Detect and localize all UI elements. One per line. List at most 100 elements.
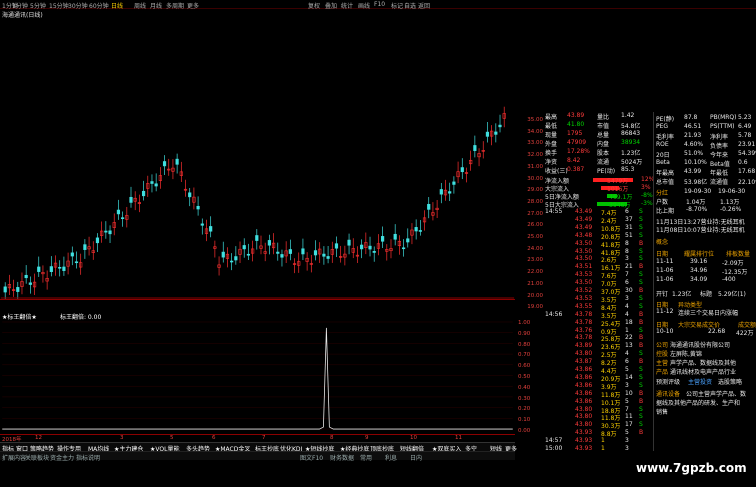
tick-direction: B [639,318,644,326]
toolbar-item[interactable]: 复权 [308,1,320,10]
holder-value: 1.04万 [686,199,706,206]
toolbar-item[interactable]: 返回 [418,1,430,10]
tick-row[interactable]: 43.53 7.6万 7 S [545,271,653,280]
toolbar-item[interactable]: 更多 [187,1,199,10]
holder-value: 1.13万 [720,199,740,206]
block-trade-row: 10-10 22.68 422万 [656,328,756,337]
toolbar-item[interactable]: 30分钟 [68,1,88,10]
tick-price: 43.52 [575,287,593,294]
tick-direction: S [639,421,643,429]
tick-row[interactable]: 43.51 16.1万 21 B [545,263,653,272]
tick-row[interactable]: 43.86 10.1万 5 B [545,398,653,407]
quote-row: 最高 43.89 量比 1.42 [545,112,653,121]
info-row: 20日 51.0% 今年来 54.39% [656,150,756,159]
tick-row[interactable]: 43.55 8.4万 4 S [545,303,653,312]
tick-row[interactable]: 43.80 11.8万 11 S [545,413,653,422]
tick-row[interactable]: 43.80 2.5万 4 S [545,350,653,359]
tick-price: 43.53 [575,294,593,302]
tick-count: 4 [625,310,629,318]
status-item[interactable]: 日内 [410,453,422,462]
info-label: ROE [656,141,669,148]
tick-row[interactable]: 43.50 41.8万 8 B [545,240,653,249]
tick-row[interactable]: 43.86 20.9万 14 S [545,374,653,383]
tick-row[interactable]: 43.49 2.4万 37 S [545,216,653,225]
candle-body [95,237,100,244]
candle-body [406,238,410,243]
tick-row[interactable]: 43.49 10.8万 31 S [545,224,653,233]
tick-row[interactable]: 14:57 43.93 1 3 [545,437,653,445]
status-item[interactable]: 图文F10 [300,453,323,462]
tick-list[interactable]: 14:55 43.49 7.4万 6 S 43.49 2.4万 37 S 43.49 10.8万 31… [545,208,653,453]
status-item[interactable]: 财务数据 [330,453,354,462]
toolbar-item[interactable]: 叠加 [325,1,337,10]
tick-volume: 1 [601,437,605,445]
tick-row[interactable]: 14:55 43.49 7.4万 6 S [545,208,653,217]
tick-time: 14:56 [545,310,563,318]
toolbar-item[interactable]: 月线 [150,1,162,10]
tick-row[interactable]: 43.87 8.2万 6 B [545,358,653,367]
tick-row[interactable]: 15:00 43.93 1 3 [545,445,653,453]
status-item[interactable]: 常用 [360,453,372,462]
tick-row[interactable]: 43.76 0.9万 1 S [545,327,653,336]
f10-tab[interactable]: 主营投资 [688,377,712,386]
tick-row[interactable]: 43.86 3.9万 3 S [545,382,653,391]
toolbar-item[interactable]: 1分钟 [12,1,28,10]
status-item[interactable]: 资金主力 [50,453,74,462]
desc-text: 公司主营声学产品、数 [686,391,747,398]
toolbar-item[interactable]: 画线 [358,1,370,10]
candle-body [460,167,464,173]
status-item[interactable]: 关联板块 [25,453,49,462]
candlestick-chart[interactable] [0,19,515,300]
rank-b: -2.09万 [722,260,744,267]
tick-row[interactable]: 43.89 23.6万 13 B [545,342,653,351]
block-trade-price: 22.68 [708,328,726,335]
date-tick-label: 7 [262,435,266,441]
tick-row[interactable]: 43.50 7.0万 6 S [545,279,653,288]
status-item[interactable]: 指标说明 [76,453,100,462]
f10-tab[interactable]: 选股策略 [718,377,742,386]
tick-row[interactable]: 43.86 4.4万 5 S [545,366,653,375]
toolbar-item[interactable]: 日线 [111,1,123,10]
news-item[interactable]: 11月08日10:07营业持:无线耳机 [656,225,756,234]
toolbar-item[interactable]: 60分钟 [89,1,109,10]
tick-count: 6 [625,208,629,215]
f10-tab[interactable]: 预测评级 [656,377,680,386]
tick-row[interactable]: 43.48 20.8万 51 S [545,232,653,241]
toolbar-item[interactable]: 5分钟 [30,1,46,10]
tick-direction: B [639,263,644,271]
holder-row: 比上期 -8.70% -0.26% [656,206,756,215]
tick-row[interactable]: 14:56 43.78 3.5万 4 B [545,310,653,320]
tick-row[interactable]: 43.78 25.4万 18 B [545,318,653,328]
toolbar-item[interactable]: F10 [374,1,385,8]
candle-body [162,161,167,167]
tick-row[interactable]: 43.53 3.5万 3 S [545,294,653,304]
toolbar-item[interactable]: 多周期 [166,1,184,10]
tick-row[interactable]: 43.50 41.8万 8 S [545,248,653,257]
tick-row[interactable]: 43.86 11.8万 10 B [545,390,653,399]
candle-body [494,131,498,135]
candle-body [414,227,418,232]
tick-time: 14:55 [545,208,563,215]
date-tick-label: 9 [365,435,369,441]
candle-body [347,239,351,246]
tick-row[interactable]: 43.50 2.6万 3 S [545,255,653,264]
status-item[interactable]: 扩展内容 [2,453,26,462]
status-item[interactable]: 利息 [385,453,397,462]
news-item[interactable]: 11月13日13:27营业持:无线耳机 [656,217,756,226]
tick-row[interactable]: 43.80 30.3万 17 S [545,421,653,430]
market-label: 标题 [700,291,713,298]
tick-row[interactable]: 43.78 25.8万 22 B [545,334,653,343]
toolbar-item[interactable]: 自选 [404,1,416,10]
tick-row[interactable]: 43.80 18.8万 7 S [545,406,653,415]
tick-row[interactable]: 43.93 8.8万 5 B [545,429,653,438]
tick-count: 13 [625,342,633,350]
tick-row[interactable]: 43.52 37.0万 30 B [545,287,653,296]
toolbar-item[interactable]: 15分钟 [49,1,69,10]
candle-body [196,205,200,210]
toolbar-item[interactable]: 周线 [134,1,146,10]
toolbar-item[interactable]: 统计 [341,1,353,10]
toolbar-item[interactable]: 标记 [391,1,403,10]
tick-direction: B [639,358,644,366]
alert-type: 连续三个交易日内涨幅 [678,310,739,317]
tick-count: 4 [625,350,629,358]
